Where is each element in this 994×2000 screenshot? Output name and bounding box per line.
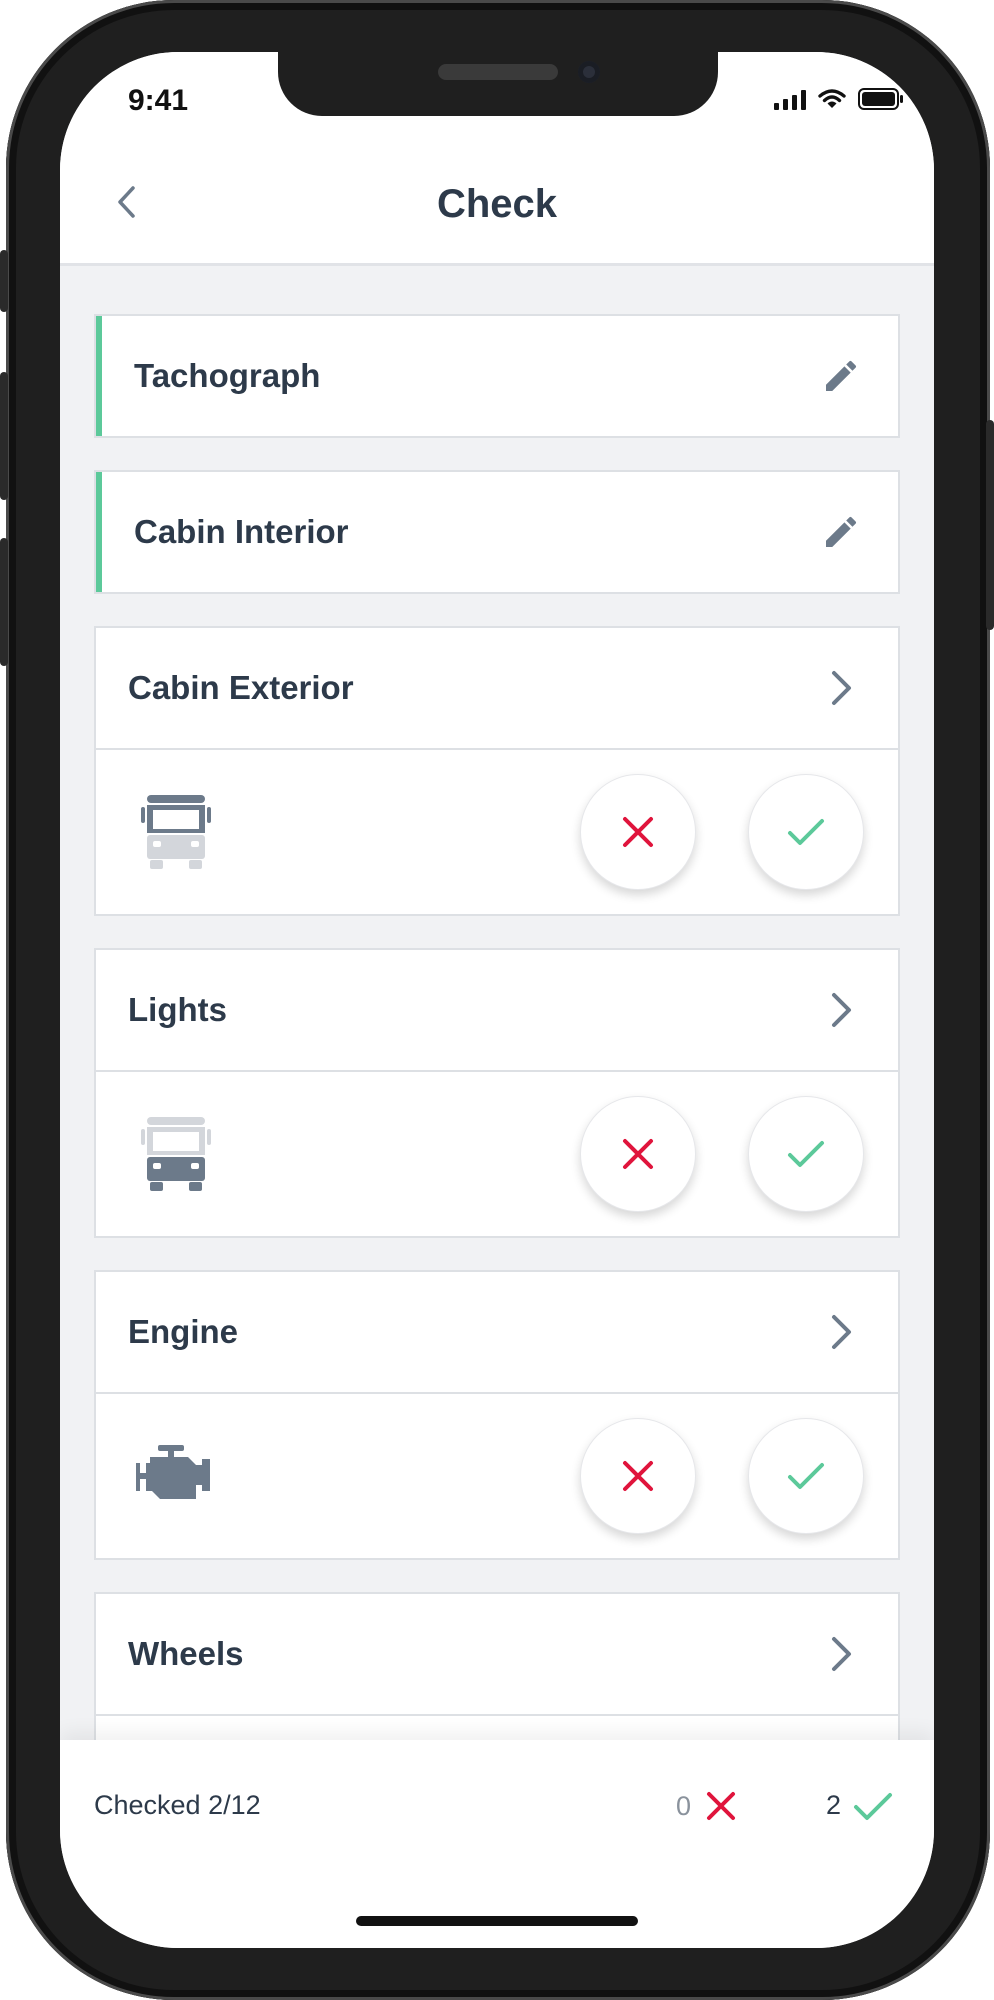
edit-button[interactable] [816,351,866,401]
cellular-signal-icon [774,90,806,110]
passed-count-value: 2 [826,1790,842,1820]
power-button [986,420,994,630]
engine-icon [136,1436,216,1516]
chevron-right-icon [832,671,851,705]
pencil-icon [826,360,857,391]
section-body [96,748,898,914]
rejected-count-value: 0 [676,1790,692,1821]
front-camera [578,61,600,83]
screen: 9:41 Check Tachograph Cabin Interior Cab… [60,52,934,1948]
status-icons [774,88,904,110]
wifi-icon [818,89,846,108]
close-icon [623,1461,653,1491]
section-card-lights: Lights [94,948,900,1238]
approve-button[interactable] [748,1096,864,1212]
section-title: Cabin Interior [134,513,349,550]
pencil-icon [826,516,857,547]
section-title: Wheels [128,1635,244,1672]
bus-bottom-highlight-icon [136,1114,216,1194]
section-header[interactable]: Cabin Interior [96,472,898,592]
section-title: Tachograph [134,357,321,394]
check-icon [788,819,824,845]
section-header[interactable]: Cabin Exterior [96,628,898,748]
volume-up-button [0,372,8,500]
close-icon [623,1139,653,1169]
section-header[interactable]: Wheels [96,1594,898,1714]
open-section-button[interactable] [816,1307,866,1357]
answer-buttons [580,1418,864,1534]
check-sections-list: Tachograph Cabin Interior Cabin Exterior… [94,314,900,1914]
section-card-cabin-interior: Cabin Interior [94,470,900,594]
silent-switch [0,250,8,312]
summary-footer: Checked 2/12 0 2 [60,1740,934,1948]
section-body [96,1392,898,1558]
answer-buttons [580,774,864,890]
check-icon [788,1141,824,1167]
notch [278,52,718,116]
close-icon [623,817,653,847]
open-section-button[interactable] [816,663,866,713]
answer-buttons [580,1096,864,1212]
approve-button[interactable] [748,774,864,890]
bus-top-highlight-icon [136,792,216,872]
reject-button[interactable] [580,1418,696,1534]
page-title: Check [436,182,558,226]
section-header[interactable]: Lights [96,950,898,1070]
navigation-bar: Check [60,142,934,266]
open-section-button[interactable] [816,985,866,1035]
section-title: Engine [128,1313,239,1350]
reject-button[interactable] [580,1096,696,1212]
status-time: 9:41 [128,84,189,117]
section-header[interactable]: Tachograph [96,316,898,436]
home-indicator[interactable] [356,1916,638,1926]
section-card-engine: Engine [94,1270,900,1560]
section-title: Lights [128,991,227,1028]
chevron-right-icon [832,993,851,1027]
checked-progress-label: Checked 2/12 [94,1790,261,1820]
passed-count: 2 [826,1790,893,1821]
check-icon [788,1463,824,1489]
chevron-right-icon [832,1637,851,1671]
section-header[interactable]: Engine [96,1272,898,1392]
check-icon [854,1792,893,1820]
section-card-tachograph: Tachograph [94,314,900,438]
rejected-count: 0 [676,1790,737,1822]
volume-down-button [0,538,8,666]
section-title: Cabin Exterior [128,669,354,706]
chevron-right-icon [832,1315,851,1349]
open-section-button[interactable] [816,1629,866,1679]
battery-icon [858,88,903,110]
close-icon [707,1792,736,1820]
edit-button[interactable] [816,507,866,557]
section-card-cabin-exterior: Cabin Exterior [94,626,900,916]
section-body [96,1070,898,1236]
reject-button[interactable] [580,774,696,890]
approve-button[interactable] [748,1418,864,1534]
speaker-grille [438,64,558,80]
